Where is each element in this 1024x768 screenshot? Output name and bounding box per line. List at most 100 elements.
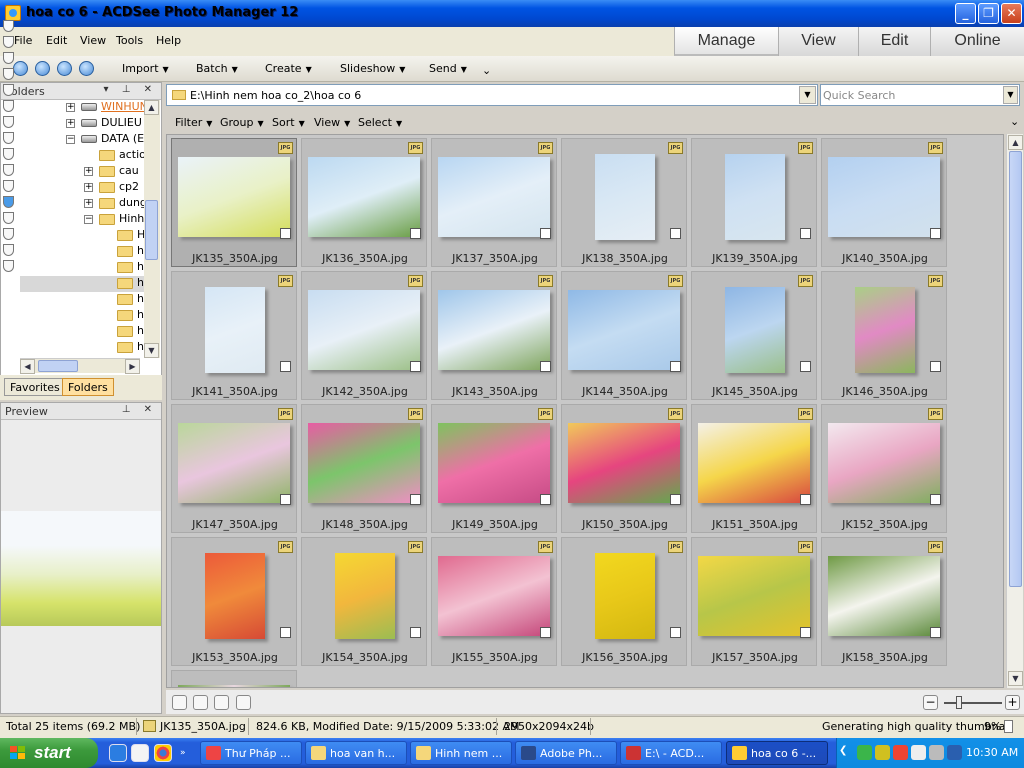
thumbnail-checkbox[interactable] bbox=[410, 494, 421, 505]
taskbar-task[interactable]: E:\ - ACD... bbox=[620, 741, 722, 765]
tab-folders[interactable]: Folders bbox=[62, 378, 114, 396]
photo-icon[interactable] bbox=[172, 695, 187, 710]
thumbnail-image[interactable] bbox=[178, 423, 290, 503]
tab-online[interactable]: Online bbox=[930, 27, 1024, 56]
thumbnail-image[interactable] bbox=[855, 287, 915, 373]
folder-include-checkbox[interactable] bbox=[3, 52, 14, 64]
folder-include-checkbox[interactable] bbox=[3, 68, 14, 80]
thumbnail-checkbox[interactable] bbox=[410, 361, 421, 372]
tray-volume-icon[interactable] bbox=[911, 745, 926, 760]
thumbnail-cell[interactable]: JPG JK153_350A.jpg bbox=[171, 537, 297, 666]
thumbnail-grid[interactable]: JPG JK135_350A.jpg JPG JK136_350A.jpg JPG JK1… bbox=[166, 134, 1004, 688]
tree-vertical-scrollbar[interactable]: ▲ ▼ bbox=[144, 100, 160, 358]
thumbnail-image[interactable] bbox=[438, 423, 550, 503]
thumbnail-checkbox[interactable] bbox=[540, 627, 551, 638]
thumbnail-checkbox[interactable] bbox=[280, 494, 291, 505]
thumbnail-checkbox[interactable] bbox=[670, 494, 681, 505]
tree-expander-icon[interactable]: − bbox=[66, 134, 75, 144]
thumbnail-image[interactable] bbox=[438, 157, 550, 237]
taskbar-task[interactable]: hoa van h... bbox=[305, 741, 407, 765]
thumbnail-cell[interactable]: JPG JK155_350A.jpg bbox=[431, 537, 557, 666]
thumbnail-cell[interactable]: JPG JK143_350A.jpg bbox=[431, 271, 557, 400]
thumbnail-cell[interactable]: JPG JK157_350A.jpg bbox=[691, 537, 817, 666]
thumbnail-cell[interactable]: JPG JK140_350A.jpg bbox=[821, 138, 947, 267]
tree-item[interactable]: + DULIEU bbox=[66, 116, 142, 132]
zoom-in-icon[interactable]: + bbox=[1005, 695, 1020, 710]
thumbnail-cell[interactable]: JPG JK142_350A.jpg bbox=[301, 271, 427, 400]
thumbnail-image[interactable] bbox=[698, 423, 810, 503]
thumbnail-checkbox[interactable] bbox=[800, 627, 811, 638]
compare-icon[interactable] bbox=[236, 695, 251, 710]
thumbnail-cell[interactable]: JPG JK158_350A.jpg bbox=[821, 537, 947, 666]
batch-menu[interactable]: Batch ▼ bbox=[196, 62, 238, 75]
thumbnail-checkbox[interactable] bbox=[410, 228, 421, 239]
thumbnail-image[interactable] bbox=[178, 157, 290, 237]
folder-include-checkbox[interactable] bbox=[3, 20, 14, 32]
thumbnail-image[interactable] bbox=[828, 157, 940, 237]
scroll-right-icon[interactable]: ▶ bbox=[125, 359, 140, 374]
menu-view[interactable]: View bbox=[80, 34, 106, 47]
scroll-thumb[interactable] bbox=[38, 360, 78, 372]
zoom-slider-track[interactable] bbox=[944, 702, 1002, 704]
tree-expander-icon[interactable]: + bbox=[84, 182, 93, 192]
thumbnail-image[interactable] bbox=[178, 685, 290, 687]
tree-expander-icon[interactable]: + bbox=[84, 166, 93, 176]
tree-item[interactable]: H bbox=[102, 228, 144, 244]
thumbnail-checkbox[interactable] bbox=[930, 627, 941, 638]
thumbnail-image[interactable] bbox=[568, 290, 680, 370]
group-menu[interactable]: Group ▼ bbox=[220, 116, 264, 129]
thumbnail-checkbox[interactable] bbox=[670, 627, 681, 638]
tree-item[interactable]: + dung bbox=[84, 196, 144, 212]
thumbnail-checkbox[interactable] bbox=[540, 361, 551, 372]
thumbnail-image[interactable] bbox=[828, 423, 940, 503]
scroll-up-icon[interactable]: ▲ bbox=[144, 100, 159, 115]
thumbnail-checkbox[interactable] bbox=[410, 627, 421, 638]
send-menu[interactable]: Send ▼ bbox=[429, 62, 467, 75]
slideshow-menu[interactable]: Slideshow ▼ bbox=[340, 62, 405, 75]
tab-manage[interactable]: Manage bbox=[674, 27, 778, 56]
thumbnail-checkbox[interactable] bbox=[670, 228, 681, 239]
thumbnail-cell[interactable]: JPG JK148_350A.jpg bbox=[301, 404, 427, 533]
zoom-out-icon[interactable]: − bbox=[923, 695, 938, 710]
view-menu[interactable]: View ▼ bbox=[314, 116, 350, 129]
create-menu[interactable]: Create ▼ bbox=[265, 62, 312, 75]
thumbnail-cell[interactable]: JPG JK145_350A.jpg bbox=[691, 271, 817, 400]
thumbnail-checkbox[interactable] bbox=[280, 228, 291, 239]
tree-item[interactable]: h bbox=[20, 276, 144, 292]
thumbnail-checkbox[interactable] bbox=[800, 228, 811, 239]
tree-expander-icon[interactable]: + bbox=[84, 198, 93, 208]
tree-expander-icon[interactable]: + bbox=[66, 102, 75, 112]
thumbnail-image[interactable] bbox=[568, 423, 680, 503]
tree-item[interactable]: h bbox=[102, 292, 144, 308]
thumbnail-image[interactable] bbox=[595, 154, 655, 240]
tab-favorites[interactable]: Favorites bbox=[4, 378, 66, 396]
scroll-thumb[interactable] bbox=[145, 200, 158, 260]
thumbnail-cell[interactable]: JPG JK139_350A.jpg bbox=[691, 138, 817, 267]
folder-include-checkbox[interactable] bbox=[3, 36, 14, 48]
thumbnail-checkbox[interactable] bbox=[930, 494, 941, 505]
tree-item[interactable]: − Hinh bbox=[84, 212, 144, 228]
menu-edit[interactable]: Edit bbox=[46, 34, 67, 47]
tray-security-icon[interactable] bbox=[875, 745, 890, 760]
pane-controls[interactable]: ▾ ⊥ ✕ bbox=[104, 84, 157, 95]
thumbnail-image[interactable] bbox=[308, 423, 420, 503]
maximize-button[interactable]: ❐ bbox=[978, 3, 999, 24]
thumbnail-cell[interactable]: JPG JK151_350A.jpg bbox=[691, 404, 817, 533]
minimize-button[interactable]: _ bbox=[955, 3, 976, 24]
thumbnail-image[interactable] bbox=[335, 553, 395, 639]
taskbar-task[interactable]: Hinh nem ... bbox=[410, 741, 512, 765]
thumbnail-cell[interactable]: JPG JK137_350A.jpg bbox=[431, 138, 557, 267]
back-icon[interactable] bbox=[35, 61, 50, 76]
tree-horizontal-scrollbar[interactable]: ◀ ▶ bbox=[20, 358, 140, 374]
tree-expander-icon[interactable]: + bbox=[66, 118, 75, 128]
taskbar-task[interactable]: hoa co 6 -... bbox=[726, 741, 828, 765]
chrome-icon[interactable] bbox=[154, 744, 172, 762]
thumbnail-cell[interactable]: JPG JK135_350A.jpg bbox=[171, 138, 297, 267]
notepad-icon[interactable] bbox=[131, 744, 149, 762]
tree-item[interactable]: h bbox=[102, 340, 144, 356]
tree-item[interactable]: h bbox=[102, 324, 144, 340]
thumbnail-image[interactable] bbox=[438, 290, 550, 370]
quicklaunch-overflow-icon[interactable]: » bbox=[180, 748, 186, 758]
tree-item[interactable]: h bbox=[102, 308, 144, 324]
thumbnail-image[interactable] bbox=[308, 290, 420, 370]
